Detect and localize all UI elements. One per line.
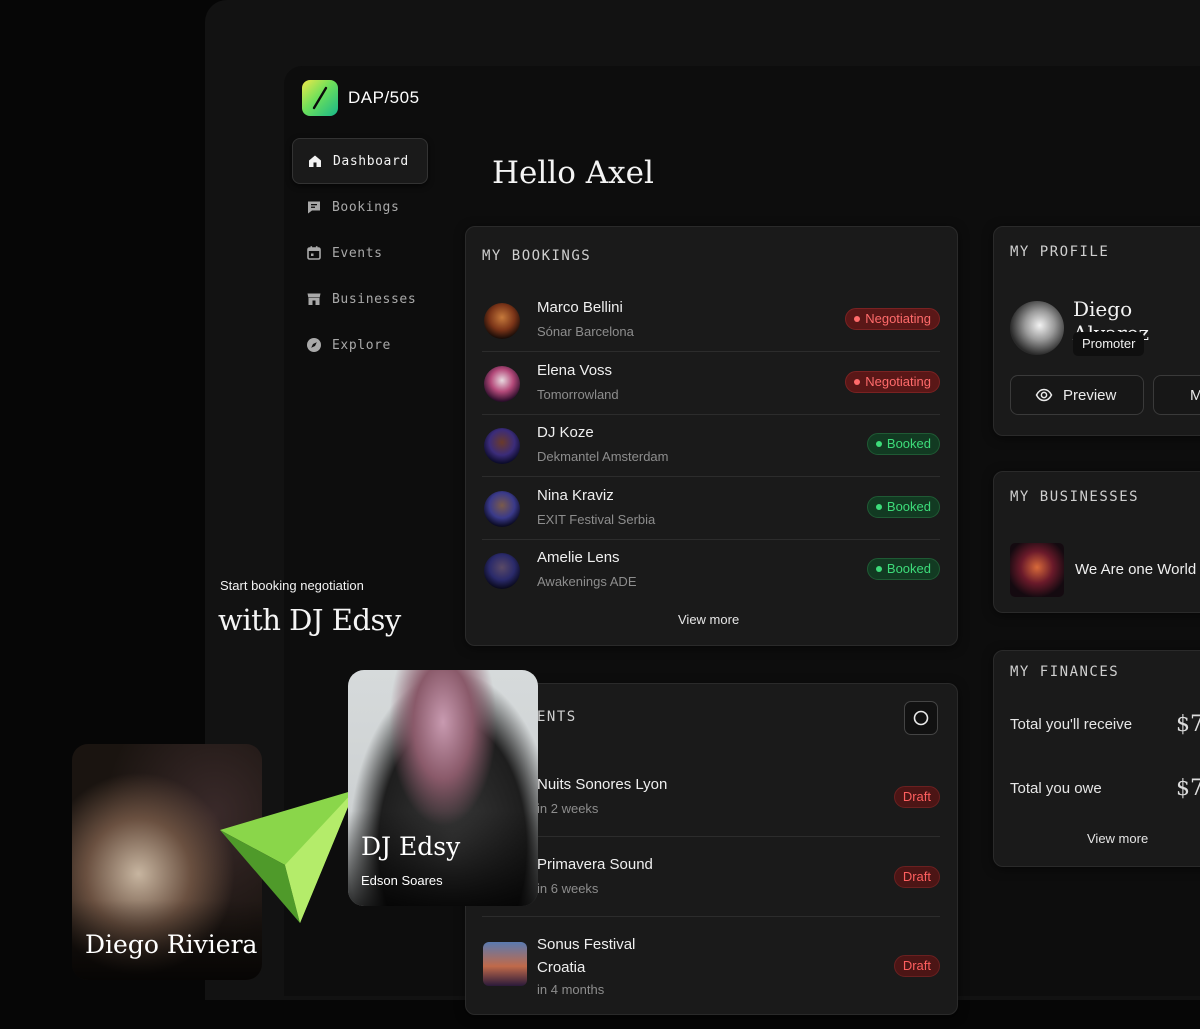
manage-button[interactable]: M [1153, 375, 1200, 415]
business-thumbnail [1010, 543, 1064, 597]
avatar [484, 428, 520, 464]
role-badge: Promoter [1073, 332, 1145, 356]
sidebar-item-label: Bookings [332, 199, 400, 215]
booking-name: Marco Bellini [537, 299, 623, 316]
booking-venue: Tomorrowland [537, 387, 619, 402]
booking-venue: Dekmantel Amsterdam [537, 449, 669, 464]
booking-venue: Awakenings ADE [537, 574, 637, 589]
event-name: Sonus Festival [537, 936, 636, 953]
receive-value: $7 [1176, 712, 1200, 737]
event-time: in 6 weeks [537, 881, 599, 896]
card-title: MY BUSINESSES [1010, 489, 1140, 505]
status-badge: Booked [866, 433, 940, 455]
card-title: MY PROFILE [1010, 244, 1110, 260]
booking-row[interactable]: Marco Bellini Sónar Barcelona Negotiatin… [482, 289, 940, 352]
send-arrow-icon [220, 790, 355, 923]
owe-value: $7 [1176, 776, 1200, 801]
avatar [484, 366, 520, 402]
eye-icon [1035, 388, 1053, 402]
booking-row[interactable]: Elena Voss Tomorrowland Negotiating [482, 352, 940, 415]
avatar [484, 553, 520, 589]
event-row[interactable]: Primavera Sound in 6 weeks Draft [482, 844, 940, 917]
dj-name: DJ Edsy [361, 832, 461, 861]
booking-name: DJ Koze [537, 424, 594, 441]
event-name: Nuits Sonores Lyon [537, 776, 668, 793]
status-badge: Draft [893, 955, 940, 977]
negotiation-caption: Start booking negotiation [220, 578, 364, 593]
business-name[interactable]: We Are one World [1075, 561, 1196, 578]
dj-real-name: Edson Soares [361, 873, 443, 888]
sidebar-item-label: Dashboard [333, 153, 409, 169]
status-badge: Draft [893, 786, 940, 808]
bookings-card: MY BOOKINGS Marco Bellini Sónar Barcelon… [465, 226, 958, 646]
promoter-name: Diego Riviera [85, 930, 258, 959]
booking-row[interactable]: DJ Koze Dekmantel Amsterdam Booked [482, 414, 940, 477]
avatar [1010, 301, 1064, 355]
booking-name: Nina Kraviz [537, 487, 614, 504]
status-badge: Draft [893, 866, 940, 888]
logo-slash-icon [312, 86, 328, 110]
booking-row[interactable]: Amelie Lens Awakenings ADE Booked [482, 539, 940, 601]
status-badge: Booked [866, 558, 940, 580]
view-more-link[interactable]: View more [678, 612, 739, 627]
status-badge: Booked [866, 496, 940, 518]
preview-button[interactable]: Preview [1010, 375, 1144, 415]
event-time: in 4 months [537, 982, 605, 997]
negotiation-headline: with DJ Edsy [218, 603, 401, 637]
event-thumbnail [483, 942, 527, 986]
status-badge: Negotiating [845, 371, 940, 393]
sidebar-item-bookings[interactable]: Bookings [292, 184, 428, 230]
circle-icon [913, 710, 929, 726]
sidebar-item-label: Businesses [332, 291, 417, 307]
sidebar-item-label: Events [332, 245, 383, 261]
owe-label: Total you owe [1010, 780, 1102, 797]
compass-icon [307, 338, 321, 352]
event-time: in 2 weeks [537, 801, 599, 816]
event-name-line2: Croatia [537, 959, 586, 976]
booking-venue: Sónar Barcelona [537, 324, 634, 339]
brand-logo[interactable] [302, 80, 338, 116]
card-title: MY FINANCES [1010, 664, 1120, 680]
avatar [484, 491, 520, 527]
sidebar-item-explore[interactable]: Explore [292, 322, 428, 368]
calendar-icon [307, 246, 321, 260]
avatar [484, 303, 520, 339]
booking-name: Elena Voss [537, 362, 613, 379]
store-icon [307, 293, 321, 305]
sidebar-item-dashboard[interactable]: Dashboard [292, 138, 428, 184]
status-badge: Negotiating [845, 308, 940, 330]
event-name: Primavera Sound [537, 856, 653, 873]
booking-venue: EXIT Festival Serbia [537, 512, 656, 527]
businesses-card: MY BUSINESSES We Are one World [993, 471, 1200, 613]
booking-row[interactable]: Nina Kraviz EXIT Festival Serbia Booked [482, 477, 940, 540]
add-event-button[interactable] [904, 701, 938, 735]
receive-label: Total you'll receive [1010, 716, 1133, 733]
sidebar-item-businesses[interactable]: Businesses [292, 276, 428, 322]
event-row[interactable]: Nuits Sonores Lyon in 2 weeks Draft [482, 764, 940, 837]
sidebar-item-events[interactable]: Events [292, 230, 428, 276]
view-more-link[interactable]: View more [1087, 831, 1148, 846]
sidebar-item-label: Explore [332, 337, 391, 353]
home-icon [309, 155, 321, 167]
card-title: MY BOOKINGS [482, 248, 592, 264]
message-icon [308, 201, 320, 214]
card-title: ENTS [537, 709, 577, 725]
dj-photo-card[interactable]: DJ Edsy Edson Soares [348, 670, 538, 906]
brand-name: DAP/505 [348, 88, 420, 107]
booking-name: Amelie Lens [537, 549, 620, 566]
events-card: ENTS Nuits Sonores Lyon in 2 weeks Draft… [465, 683, 958, 1015]
page-title: Hello Axel [492, 155, 654, 191]
event-row[interactable]: Sonus Festival Croatia in 4 months Draft [482, 924, 940, 1014]
